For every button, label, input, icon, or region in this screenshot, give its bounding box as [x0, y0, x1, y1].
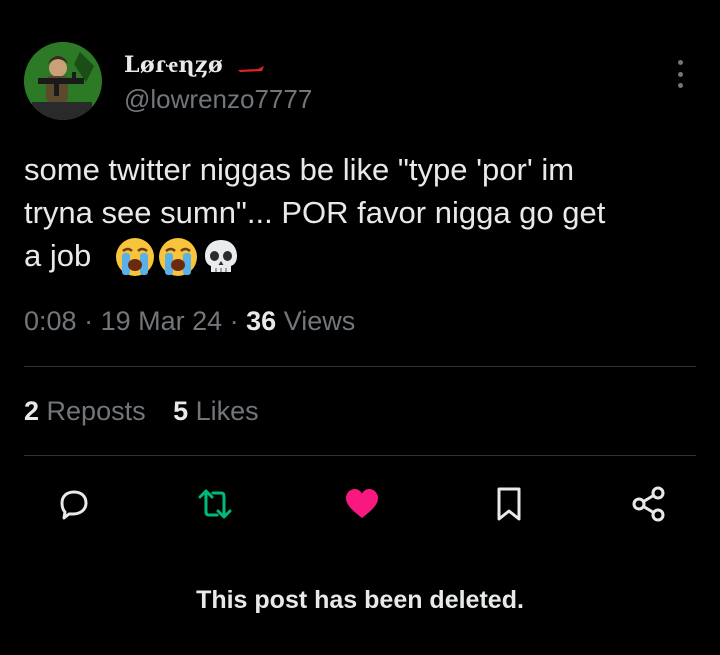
- more-dot-icon: [677, 60, 683, 65]
- meta-separator: ·: [76, 306, 101, 336]
- author-handle[interactable]: @lowrenzo7777: [124, 84, 312, 115]
- share-icon: [632, 486, 665, 522]
- deleted-notice: This post has been deleted.: [196, 586, 524, 614]
- loudly-crying-face-icon: [116, 238, 154, 276]
- views-label: Views: [276, 306, 356, 336]
- reposts-label: Reposts: [39, 396, 146, 426]
- reposts-stat[interactable]: 2 Reposts: [24, 396, 146, 426]
- divider: [24, 366, 696, 367]
- reply-button[interactable]: [52, 482, 96, 526]
- reposts-count: 2: [24, 396, 40, 426]
- like-icon: [346, 489, 378, 518]
- meta-separator: ·: [222, 306, 247, 336]
- likes-count: 5: [173, 396, 189, 426]
- loudly-crying-face-icon: [159, 238, 197, 276]
- bookmark-icon: [497, 487, 521, 521]
- name-decoration-icon: [238, 66, 264, 72]
- post-time[interactable]: 0:08: [24, 306, 77, 336]
- avatar-image: [24, 42, 102, 120]
- engagement-stats: 2 Reposts 5 Likes: [24, 396, 279, 427]
- more-dot-icon: [677, 83, 683, 88]
- like-button[interactable]: [340, 482, 384, 526]
- views-count: 36: [246, 306, 277, 336]
- likes-stat[interactable]: 5 Likes: [173, 396, 259, 426]
- post-emojis: [114, 236, 242, 278]
- post-date[interactable]: 19 Mar 24: [101, 306, 223, 336]
- skull-icon: [205, 240, 237, 272]
- repost-icon: [198, 489, 232, 519]
- more-dot-icon: [677, 71, 683, 77]
- author-display-name[interactable]: Løɾҽɳȥø: [124, 52, 223, 78]
- divider: [24, 455, 696, 456]
- avatar[interactable]: [24, 42, 102, 120]
- post-metadata: 0:08 · 19 Mar 24 · 36 Views: [24, 306, 355, 337]
- bookmark-button[interactable]: [487, 482, 531, 526]
- repost-button[interactable]: [193, 482, 237, 526]
- reply-icon: [60, 490, 88, 520]
- more-options-button[interactable]: [668, 58, 692, 90]
- likes-label: Likes: [188, 396, 259, 426]
- share-button[interactable]: [627, 482, 671, 526]
